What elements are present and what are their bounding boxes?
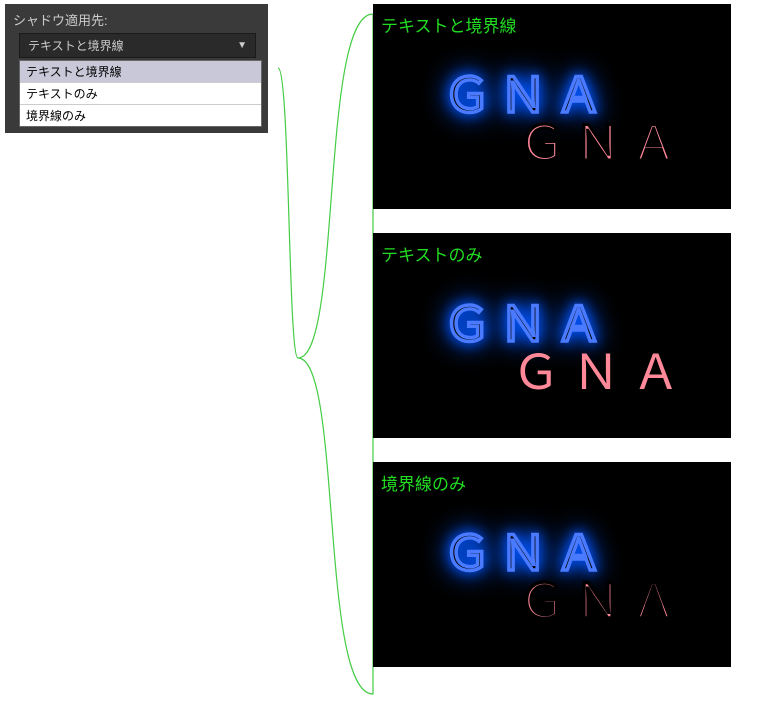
shadow-apply-dropdown[interactable]: テキストと境界線 ▼	[19, 33, 256, 58]
examples-column: テキストと境界線 ＧＮＡ ＧＮＡ テキストのみ ＧＮＡ ＧＮＡ 境界線のみ ＧＮ…	[373, 4, 763, 667]
dropdown-selected-value: テキストと境界線	[28, 37, 124, 54]
preview-text-line-2: ＧＮＡ	[518, 579, 686, 627]
shadow-apply-label: シャドウ適用先:	[13, 10, 262, 29]
preview-area: ＧＮＡ ＧＮＡ	[381, 499, 723, 659]
preview-area: ＧＮＡ ＧＮＡ	[381, 270, 723, 430]
example-title: テキストのみ	[381, 241, 723, 266]
callout-bracket	[270, 10, 380, 700]
preview-text-line-2: ＧＮＡ	[512, 350, 692, 398]
dropdown-option-text-only[interactable]: テキストのみ	[20, 83, 261, 105]
dropdown-option-border-only[interactable]: 境界線のみ	[20, 105, 261, 126]
dropdown-option-text-and-border[interactable]: テキストと境界線	[20, 61, 261, 83]
preview-text-line-1: ＧＮＡ	[443, 73, 611, 121]
example-title: 境界線のみ	[381, 470, 723, 495]
shadow-apply-panel: シャドウ適用先: テキストと境界線 ▼ テキストと境界線 テキストのみ 境界線の…	[5, 4, 268, 133]
example-text-only: テキストのみ ＧＮＡ ＧＮＡ	[373, 233, 731, 438]
preview-text-line-1: ＧＮＡ	[443, 531, 611, 579]
preview-text-line-1: ＧＮＡ	[443, 302, 611, 350]
dropdown-options-list: テキストと境界線 テキストのみ 境界線のみ	[19, 60, 262, 127]
chevron-down-icon: ▼	[237, 40, 247, 51]
preview-text-line-2: ＧＮＡ	[518, 121, 686, 169]
example-title: テキストと境界線	[381, 12, 723, 37]
example-text-and-border: テキストと境界線 ＧＮＡ ＧＮＡ	[373, 4, 731, 209]
example-border-only: 境界線のみ ＧＮＡ ＧＮＡ	[373, 462, 731, 667]
preview-area: ＧＮＡ ＧＮＡ	[381, 41, 723, 201]
